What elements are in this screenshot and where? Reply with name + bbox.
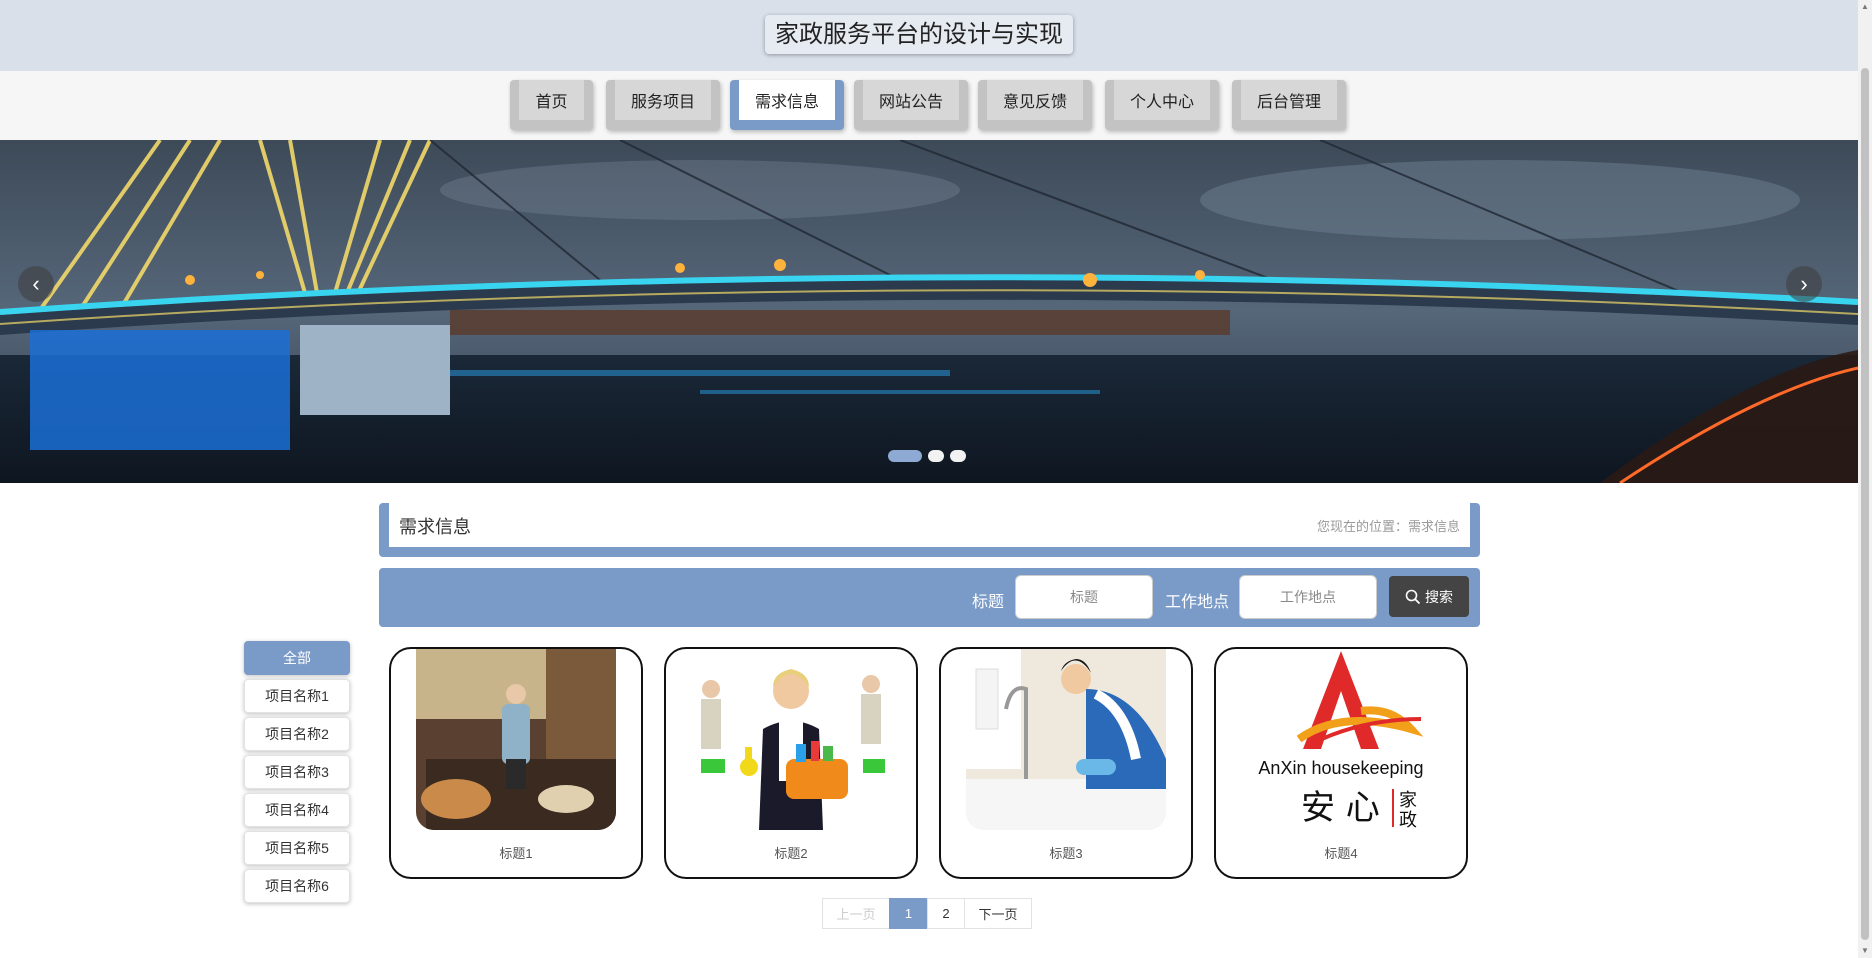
logo-cn-text-3: 政 — [1399, 810, 1417, 830]
nav-item-label: 意见反馈 — [987, 80, 1083, 120]
chevron-right-icon: › — [1800, 271, 1808, 296]
next-page-button[interactable]: 下一页 — [964, 898, 1032, 929]
prev-page-button[interactable]: 上一页 — [822, 898, 890, 929]
site-header: 家政服务平台的设计与实现 — [0, 0, 1858, 71]
banner-carousel: ‹ › — [0, 140, 1858, 483]
title-search-input[interactable] — [1015, 575, 1153, 619]
title-search-label: 标题 — [972, 594, 1005, 611]
nav-item-demands[interactable]: 需求信息 — [730, 80, 844, 130]
category-item-all[interactable]: 全部 — [244, 641, 350, 675]
search-bar: 标题 工作地点 搜索 — [379, 568, 1480, 627]
nav-item-label: 网站公告 — [863, 80, 959, 120]
nav-item-feedback[interactable]: 意见反馈 — [978, 80, 1092, 130]
logo-latin-text: AnXin housekeeping — [1258, 758, 1423, 778]
category-item[interactable]: 项目名称1 — [244, 679, 350, 713]
search-icon — [1405, 589, 1421, 604]
card-image — [691, 649, 891, 830]
carousel-indicators — [888, 450, 966, 462]
card-title: 标题3 — [1049, 846, 1083, 861]
card-image: AnXin housekeeping 安 心 家 政 — [1241, 649, 1441, 830]
category-item[interactable]: 项目名称3 — [244, 755, 350, 789]
logo-cn-text-2: 家 — [1399, 790, 1417, 811]
carousel-dot[interactable] — [950, 450, 966, 462]
breadcrumb: 您现在的位置：需求信息 — [1317, 516, 1460, 535]
banner-image — [0, 140, 1858, 483]
nav-item-admin[interactable]: 后台管理 — [1232, 80, 1346, 130]
page-number-button[interactable]: 2 — [927, 898, 965, 929]
site-title: 家政服务平台的设计与实现 — [765, 15, 1073, 54]
category-item[interactable]: 项目名称5 — [244, 831, 350, 865]
logo-cn-text: 安 心 — [1301, 788, 1380, 828]
breadcrumb-prefix: 您现在的位置： — [1316, 519, 1408, 534]
demand-card[interactable]: AnXin housekeeping 安 心 家 政 标题4 — [1214, 647, 1468, 879]
nav-item-announcements[interactable]: 网站公告 — [854, 80, 968, 130]
chevron-left-icon: ‹ — [32, 271, 40, 296]
page-heading: 需求信息 您现在的位置：需求信息 — [379, 503, 1480, 557]
nav-item-label: 个人中心 — [1114, 80, 1210, 120]
category-item[interactable]: 项目名称2 — [244, 717, 350, 751]
nav-item-label: 服务项目 — [615, 80, 711, 120]
location-search-input[interactable] — [1239, 575, 1377, 619]
category-item[interactable]: 项目名称6 — [244, 869, 350, 903]
card-image — [416, 649, 616, 830]
breadcrumb-current[interactable]: 需求信息 — [1408, 519, 1460, 534]
scroll-down-icon[interactable]: ▼ — [1861, 946, 1869, 956]
search-button[interactable]: 搜索 — [1389, 576, 1469, 617]
scroll-thumb[interactable] — [1861, 68, 1869, 940]
nav-item-label: 后台管理 — [1241, 80, 1337, 120]
anxin-logo: AnXin housekeeping 安 心 家 政 — [1241, 649, 1441, 830]
page-title: 需求信息 — [399, 517, 471, 537]
nav-item-label: 首页 — [519, 80, 584, 120]
page-scrollbar[interactable]: ▲ ▼ — [1858, 0, 1872, 958]
demand-card[interactable]: 标题3 — [939, 647, 1193, 879]
carousel-dot[interactable] — [928, 450, 944, 462]
main-nav: 首页 服务项目 需求信息 网站公告 意见反馈 个人中心 后台管理 — [0, 71, 1858, 140]
nav-item-label: 需求信息 — [739, 80, 835, 120]
nav-item-home[interactable]: 首页 — [510, 80, 593, 130]
pagination: 上一页 1 2 下一页 — [822, 898, 1032, 929]
card-title: 标题4 — [1324, 846, 1358, 861]
carousel-prev-button[interactable]: ‹ — [18, 266, 54, 302]
search-button-label: 搜索 — [1425, 588, 1453, 605]
page-number-button[interactable]: 1 — [889, 898, 928, 929]
demand-card[interactable]: 标题2 — [664, 647, 918, 879]
category-item[interactable]: 项目名称4 — [244, 793, 350, 827]
nav-item-services[interactable]: 服务项目 — [606, 80, 720, 130]
carousel-dot[interactable] — [888, 450, 922, 462]
nav-item-profile[interactable]: 个人中心 — [1105, 80, 1219, 130]
card-title: 标题1 — [499, 846, 533, 861]
card-image — [966, 649, 1166, 830]
card-title: 标题2 — [774, 846, 808, 861]
location-search-label: 工作地点 — [1165, 594, 1230, 611]
demand-card[interactable]: 标题1 — [389, 647, 643, 879]
scroll-up-icon[interactable]: ▲ — [1861, 2, 1869, 12]
carousel-next-button[interactable]: › — [1786, 266, 1822, 302]
page-heading-inner: 需求信息 您现在的位置：需求信息 — [389, 503, 1470, 547]
